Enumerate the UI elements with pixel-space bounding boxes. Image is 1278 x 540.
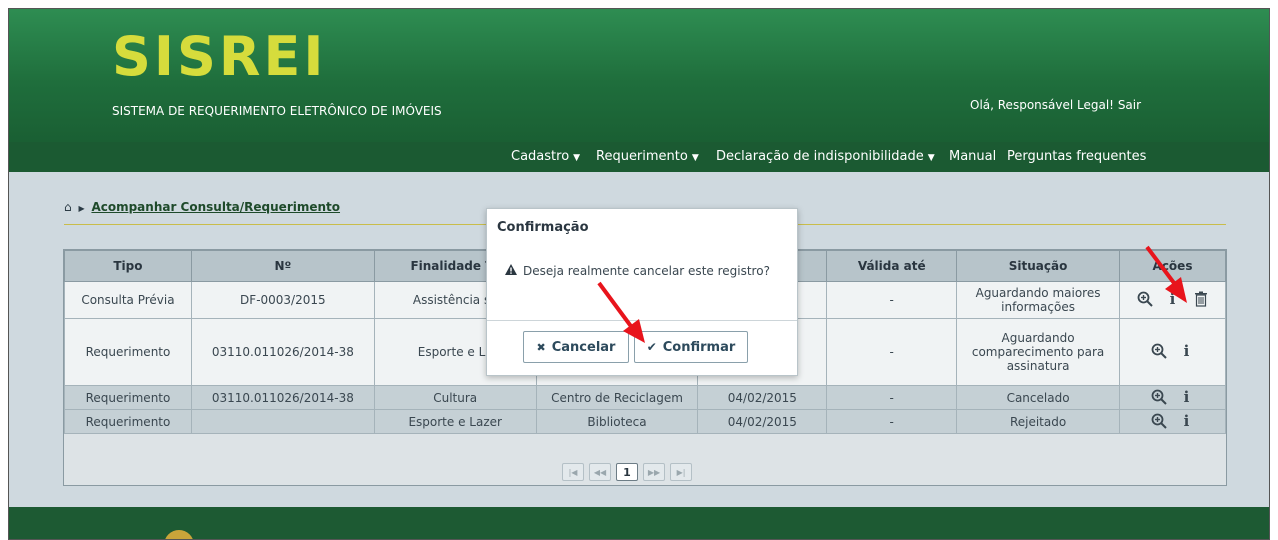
breadcrumb: ⌂ ▶ Acompanhar Consulta/Requerimento — [64, 200, 340, 214]
cell-col4: Biblioteca — [535, 409, 699, 434]
cell-valida: - — [826, 409, 958, 434]
footer-logo — [164, 530, 194, 539]
row-actions: i — [1150, 342, 1196, 360]
cell-situacao: Aguardando maiores informações — [956, 281, 1120, 319]
red-arrow-icon — [1145, 245, 1187, 303]
header: SISREI SISTEMA DE REQUERIMENTO ELETRÔNIC… — [9, 9, 1269, 142]
info-icon[interactable]: i — [1178, 412, 1196, 430]
caret-down-icon: ▼ — [573, 153, 581, 163]
system-subtitle: SISTEMA DE REQUERIMENTO ELETRÔNICO DE IM… — [112, 104, 442, 118]
breadcrumb-separator-icon: ▶ — [78, 204, 85, 213]
table-row[interactable]: Requerimento 03110.011026/2014-38 Cultur… — [64, 385, 1226, 410]
cell-numero: DF-0003/2015 — [190, 281, 375, 319]
nav-requerimento-label: Requerimento — [596, 149, 688, 164]
cell-tipo: Requerimento — [64, 318, 192, 386]
next-page-button[interactable]: ▶▶ — [643, 463, 665, 481]
cell-col4: Centro de Reciclagem — [535, 385, 699, 410]
cell-col5: 04/02/2015 — [697, 409, 828, 434]
nav-manual[interactable]: Manual — [949, 142, 996, 172]
cell-col5: 04/02/2015 — [697, 385, 828, 410]
cell-valida: - — [826, 281, 958, 319]
caret-down-icon: ▼ — [927, 153, 935, 163]
info-icon[interactable]: i — [1178, 342, 1196, 360]
cell-acoes: i — [1119, 409, 1226, 434]
zoom-icon[interactable] — [1150, 342, 1168, 360]
pagination: |◀ ◀◀ 1 ▶▶ ▶| — [562, 463, 692, 481]
home-icon[interactable]: ⌂ — [64, 200, 72, 214]
cell-numero: 03110.011026/2014-38 — [190, 318, 375, 386]
caret-down-icon: ▼ — [691, 153, 699, 163]
cell-acoes: i — [1119, 385, 1226, 410]
user-greeting: Olá, Responsável Legal! Sair — [970, 98, 1141, 112]
cell-finalidade: Cultura — [373, 385, 537, 410]
dialog-message-text: Deseja realmente cancelar este registro? — [523, 264, 770, 278]
cell-acoes: i — [1119, 318, 1226, 386]
dialog-title: Confirmação — [497, 220, 589, 235]
dialog-message: Deseja realmente cancelar este registro? — [505, 264, 770, 278]
footer — [9, 507, 1269, 539]
confirm-button-label: Confirmar — [662, 339, 736, 355]
breadcrumb-current[interactable]: Acompanhar Consulta/Requerimento — [91, 200, 340, 214]
cell-tipo: Consulta Prévia — [64, 281, 192, 319]
main-nav: Cadastro ▼ Requerimento ▼ Declaração de in… — [9, 142, 1269, 172]
warning-icon — [505, 264, 517, 278]
first-page-button[interactable]: |◀ — [562, 463, 584, 481]
red-arrow-icon — [597, 281, 645, 343]
nav-declaracao-label: Declaração de indisponibilidade — [716, 149, 924, 164]
prev-page-button[interactable]: ◀◀ — [589, 463, 611, 481]
cell-valida: - — [826, 318, 958, 386]
cell-valida: - — [826, 385, 958, 410]
col-valida[interactable]: Válida até — [826, 250, 958, 282]
col-numero[interactable]: Nº — [190, 250, 375, 282]
cell-situacao: Aguardando comparecimento para assinatur… — [956, 318, 1120, 386]
col-situacao[interactable]: Situação — [956, 250, 1120, 282]
cell-situacao: Rejeitado — [956, 409, 1120, 434]
sisrei-logo[interactable]: SISREI — [112, 27, 326, 87]
last-page-button[interactable]: ▶| — [670, 463, 692, 481]
row-actions: i — [1150, 412, 1196, 430]
cell-numero — [190, 409, 375, 434]
nav-cadastro[interactable]: Cadastro ▼ — [511, 142, 580, 172]
zoom-icon[interactable] — [1150, 388, 1168, 406]
close-icon: ✖ — [536, 340, 546, 354]
info-icon[interactable]: i — [1178, 388, 1196, 406]
cell-numero: 03110.011026/2014-38 — [190, 385, 375, 410]
logout-link[interactable]: Sair — [1118, 98, 1141, 112]
nav-cadastro-label: Cadastro — [511, 149, 570, 164]
row-actions: i — [1150, 388, 1196, 406]
greeting-text: Olá, Responsável Legal! — [970, 98, 1114, 112]
cell-tipo: Requerimento — [64, 409, 192, 434]
cell-situacao: Cancelado — [956, 385, 1120, 410]
cell-finalidade: Esporte e Lazer — [373, 409, 537, 434]
app-window: SISREI SISTEMA DE REQUERIMENTO ELETRÔNIC… — [8, 8, 1270, 540]
table-row[interactable]: Requerimento Esporte e Lazer Biblioteca … — [64, 409, 1226, 434]
nav-requerimento[interactable]: Requerimento ▼ — [596, 142, 699, 172]
current-page-button[interactable]: 1 — [616, 463, 638, 481]
cell-tipo: Requerimento — [64, 385, 192, 410]
zoom-icon[interactable] — [1150, 412, 1168, 430]
col-tipo[interactable]: Tipo — [64, 250, 192, 282]
nav-perguntas[interactable]: Perguntas frequentes — [1007, 142, 1146, 172]
nav-declaracao[interactable]: Declaração de indisponibilidade ▼ — [716, 142, 935, 172]
